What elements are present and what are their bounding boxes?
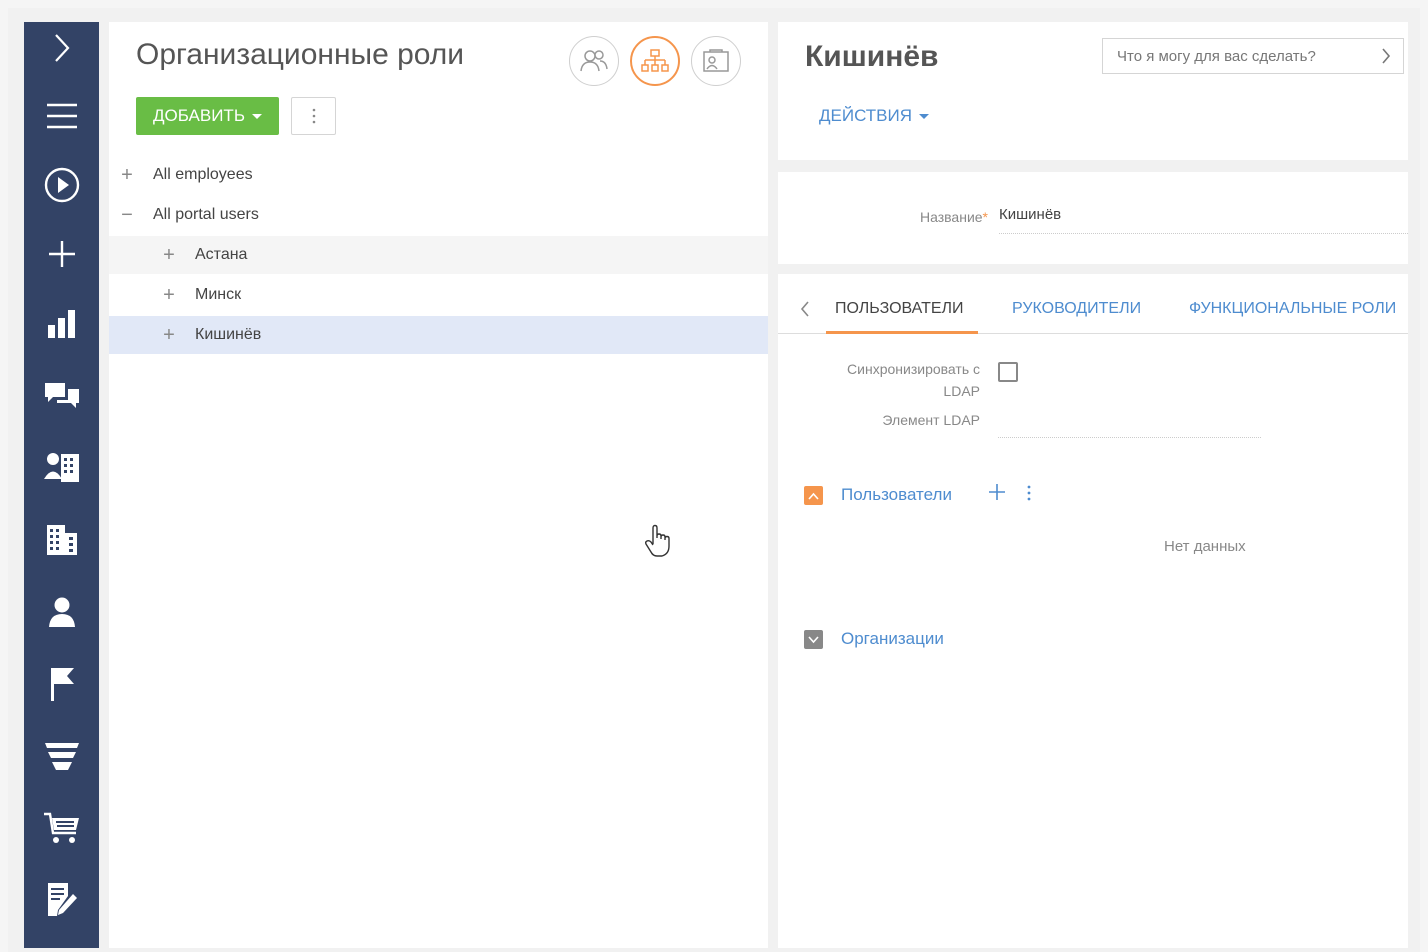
- chat-icon: [44, 383, 79, 408]
- menu-icon: [46, 103, 77, 129]
- more-options-button[interactable]: [291, 97, 336, 135]
- building-icon: [46, 525, 77, 555]
- kebab-icon: [312, 108, 315, 124]
- sidebar-item-feed[interactable]: [24, 370, 99, 422]
- person-icon: [48, 597, 75, 627]
- tree-item-label: Минск: [195, 286, 242, 303]
- org-chart-icon: [641, 49, 669, 72]
- tree-item-all-employees[interactable]: + All employees: [109, 156, 768, 194]
- record-main-fields: Название* Кишинёв: [778, 172, 1408, 264]
- caret-down-icon: [251, 113, 262, 119]
- users-group-title[interactable]: Пользователи: [841, 485, 952, 505]
- tree-item-all-portal-users[interactable]: − All portal users: [109, 196, 768, 234]
- chevron-up-icon: [808, 492, 819, 500]
- sidebar-menu[interactable]: [24, 90, 99, 142]
- id-card-icon: [703, 49, 729, 72]
- ldap-element-label: Элемент LDAP: [882, 412, 980, 428]
- collapse-icon[interactable]: −: [117, 205, 137, 225]
- expand-icon[interactable]: +: [159, 285, 179, 305]
- users-icon: [580, 50, 608, 72]
- add-button[interactable]: ДОБАВИТЬ: [136, 97, 279, 135]
- cart-icon: [43, 812, 79, 843]
- sidebar-item-people[interactable]: [24, 586, 99, 638]
- chevron-right-icon: [1382, 48, 1391, 64]
- contacts-icon: [43, 453, 79, 482]
- sidebar-item-processes[interactable]: [24, 159, 99, 211]
- active-tab-indicator: [826, 331, 978, 334]
- orgs-group-expand-icon[interactable]: [804, 630, 823, 649]
- sidebar-item-dashboards[interactable]: [24, 298, 99, 350]
- record-title: Кишинёв: [805, 40, 939, 73]
- tab-users[interactable]: ПОЛЬЗОВАТЕЛИ: [835, 300, 964, 318]
- ldap-sync-checkbox[interactable]: [998, 362, 1018, 382]
- record-header: Кишинёв Что я могу для вас сделать? ДЕЙС…: [778, 22, 1408, 160]
- sidebar-item-contacts[interactable]: [24, 442, 99, 494]
- tree-item-label: All portal users: [153, 206, 259, 223]
- funnel-icon: [44, 743, 79, 770]
- plus-icon: [48, 241, 75, 267]
- sidebar: [24, 22, 99, 948]
- tab-functional-roles[interactable]: ФУНКЦИОНАЛЬНЫЕ РОЛИ: [1189, 300, 1396, 318]
- document-edit-icon: [47, 883, 77, 916]
- record-tabs-panel: ПОЛЬЗОВАТЕЛИ РУКОВОДИТЕЛИ ФУНКЦИОНАЛЬНЫЕ…: [778, 274, 1408, 948]
- actions-dropdown[interactable]: ДЕЙСТВИЯ: [819, 106, 930, 126]
- expand-icon[interactable]: +: [117, 165, 137, 185]
- tabs-scroll-left-icon[interactable]: [800, 300, 810, 318]
- play-icon: [44, 167, 79, 203]
- tree-item-astana[interactable]: + Астана: [109, 236, 768, 274]
- chevron-right-icon: [54, 34, 69, 62]
- orgs-group-title[interactable]: Организации: [841, 629, 944, 649]
- sidebar-item-leads[interactable]: [24, 730, 99, 782]
- expand-icon[interactable]: +: [159, 245, 179, 265]
- org-structure-view-button[interactable]: [630, 36, 680, 86]
- ldap-sync-label: Синхронизировать с LDAP: [847, 361, 980, 399]
- org-roles-panel: Организационные роли ДОБАВИТЬ + All empl…: [109, 22, 768, 948]
- assistant-input[interactable]: Что я могу для вас сделать?: [1102, 38, 1404, 74]
- add-button-label: ДОБАВИТЬ: [153, 106, 245, 125]
- assistant-placeholder: Что я могу для вас сделать?: [1117, 47, 1316, 65]
- sidebar-toggle[interactable]: [24, 22, 99, 74]
- sidebar-item-documents[interactable]: [24, 874, 99, 926]
- add-user-icon[interactable]: [987, 482, 1007, 502]
- users-view-button[interactable]: [569, 36, 619, 86]
- sidebar-item-orders[interactable]: [24, 802, 99, 854]
- tree-item-minsk[interactable]: + Минск: [109, 276, 768, 314]
- page-title: Организационные роли: [136, 38, 465, 71]
- tree-item-label: All employees: [153, 166, 253, 183]
- tree-item-label: Кишинёв: [195, 326, 262, 343]
- users-group-collapse-icon[interactable]: [804, 486, 823, 505]
- tree-item-label: Астана: [195, 246, 248, 263]
- caret-down-icon: [919, 113, 930, 119]
- chevron-down-icon: [808, 635, 819, 643]
- sidebar-item-activities[interactable]: [24, 658, 99, 710]
- empty-state-text: Нет данных: [1164, 538, 1246, 555]
- kebab-icon[interactable]: [1027, 485, 1031, 501]
- required-marker: *: [982, 209, 988, 225]
- actions-label: ДЕЙСТВИЯ: [819, 106, 913, 125]
- functional-roles-view-button[interactable]: [691, 36, 741, 86]
- tree-item-chisinau[interactable]: + Кишинёв: [109, 316, 768, 354]
- flag-icon: [50, 668, 74, 701]
- chart-icon: [47, 310, 75, 338]
- sidebar-item-add[interactable]: [24, 228, 99, 280]
- sidebar-item-accounts[interactable]: [24, 514, 99, 566]
- tab-managers[interactable]: РУКОВОДИТЕЛИ: [1012, 300, 1141, 318]
- ldap-element-field[interactable]: [998, 412, 1261, 438]
- tabs-bar: ПОЛЬЗОВАТЕЛИ РУКОВОДИТЕЛИ ФУНКЦИОНАЛЬНЫЕ…: [778, 286, 1408, 334]
- name-field[interactable]: Кишинёв: [999, 206, 1408, 234]
- hand-cursor-icon: [644, 524, 670, 557]
- expand-icon[interactable]: +: [159, 325, 179, 345]
- name-field-label: Название*: [919, 209, 988, 225]
